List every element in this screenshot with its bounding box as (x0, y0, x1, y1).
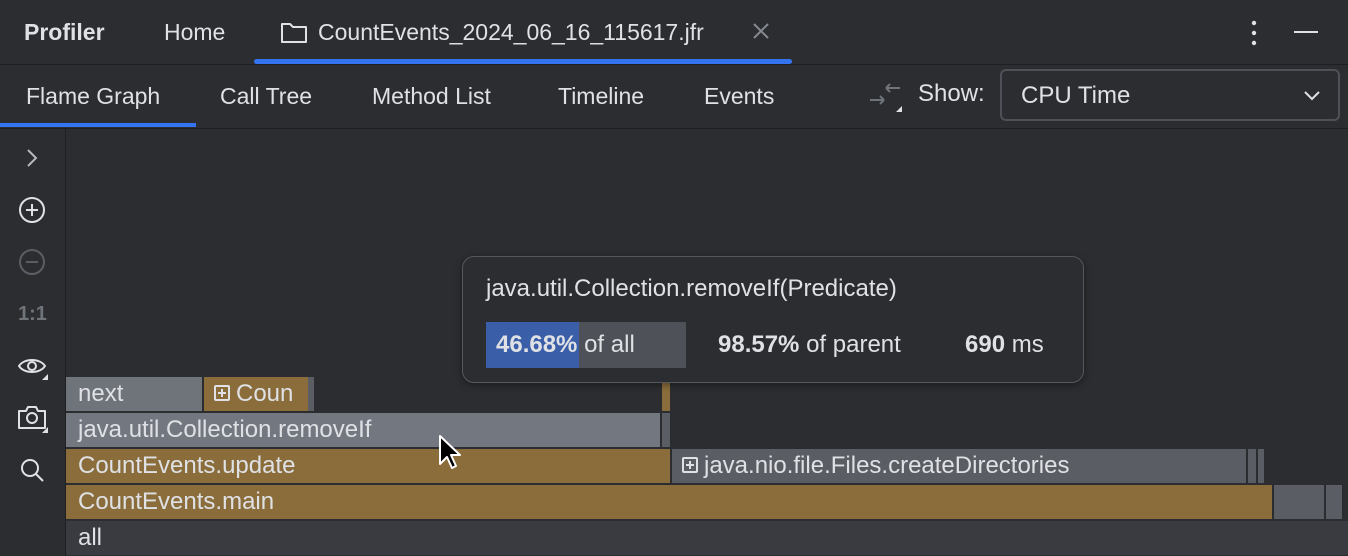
tab-timeline[interactable]: Timeline (558, 83, 644, 110)
frame-label: java.nio.file.Files.createDirectories (704, 452, 1070, 479)
frame-small[interactable] (662, 413, 670, 447)
expand-icon[interactable] (214, 384, 230, 401)
show-label: Show: (918, 80, 985, 107)
frame-coun[interactable]: Coun (204, 377, 308, 411)
zoom-in-icon[interactable] (16, 194, 48, 226)
app-title: Profiler (24, 19, 105, 45)
left-sidebar: 1:1 (0, 129, 66, 556)
zoom-out-icon[interactable] (16, 246, 48, 278)
tab-flame-graph[interactable]: Flame Graph (26, 83, 160, 110)
tab-events[interactable]: Events (704, 83, 774, 110)
time-unit: ms (1011, 331, 1044, 358)
reset-zoom-button[interactable]: 1:1 (18, 303, 47, 326)
frame-update[interactable]: CountEvents.update (66, 449, 670, 483)
compare-icon[interactable] (866, 80, 904, 114)
view-toolbar: Flame Graph Call Tree Method List Timeli… (0, 65, 1348, 129)
expand-icon[interactable] (682, 456, 698, 473)
tab-call-tree[interactable]: Call Tree (220, 83, 312, 110)
time-value: 690 (965, 331, 1006, 358)
file-tab-label: CountEvents_2024_06_16_115617.jfr (318, 19, 704, 45)
frame-label: all (78, 524, 103, 551)
frame-create-directories[interactable]: java.nio.file.Files.createDirectories (672, 449, 1246, 483)
eye-icon[interactable] (16, 350, 48, 382)
of-all-bar: 46.68% of all (486, 322, 686, 368)
minimize-icon[interactable] (1292, 22, 1320, 42)
time-text: 690 ms (965, 331, 1044, 359)
frame-label: Coun (236, 380, 294, 407)
frame-tooltip: java.util.Collection.removeIf(Predicate)… (462, 256, 1084, 383)
chevron-down-icon (1304, 91, 1320, 101)
active-tab-indicator (254, 59, 792, 64)
frame-small[interactable] (1274, 485, 1324, 519)
frame-small[interactable] (1258, 449, 1264, 483)
of-all-value: 46.68% (496, 331, 578, 358)
frame-small[interactable] (1248, 449, 1256, 483)
frame-all[interactable]: all (66, 521, 1348, 555)
frame-main[interactable]: CountEvents.main (66, 485, 1272, 519)
tab-home[interactable]: Home (164, 19, 225, 46)
of-all-text: 46.68% of all (496, 331, 635, 359)
folder-icon (281, 23, 307, 43)
of-parent-value: 98.57% (718, 331, 800, 358)
frame-removeif[interactable]: java.util.Collection.removeIf (66, 413, 660, 447)
tooltip-method: java.util.Collection.removeIf(Predicate) (486, 275, 897, 302)
more-options-icon[interactable] (1244, 18, 1264, 48)
tab-method-list[interactable]: Method List (372, 83, 491, 110)
frame-next[interactable]: next (66, 377, 202, 411)
of-parent-text: 98.57% of parent (718, 331, 901, 359)
frame-small[interactable] (308, 377, 314, 411)
frame-label: java.util.Collection.removeIf (78, 416, 372, 443)
camera-icon[interactable] (16, 402, 48, 434)
of-parent-label: of parent (806, 331, 901, 358)
of-all-label: of all (584, 331, 635, 358)
mouse-cursor-icon (439, 435, 461, 469)
chevron-right-icon[interactable] (16, 142, 48, 174)
close-icon[interactable] (752, 22, 770, 40)
frame-small[interactable] (1326, 485, 1342, 519)
frame-label: next (78, 380, 124, 407)
show-select[interactable]: CPU Time (1000, 69, 1340, 121)
title-bar: Profiler Home CountEvents_2024_06_16_115… (0, 0, 1348, 65)
show-select-value: CPU Time (1021, 82, 1131, 109)
tab-file[interactable]: CountEvents_2024_06_16_115617.jfr (254, 0, 792, 64)
active-view-indicator (0, 123, 196, 127)
frame-label: CountEvents.update (78, 452, 296, 479)
search-icon[interactable] (16, 454, 48, 486)
frame-label: CountEvents.main (78, 488, 275, 515)
